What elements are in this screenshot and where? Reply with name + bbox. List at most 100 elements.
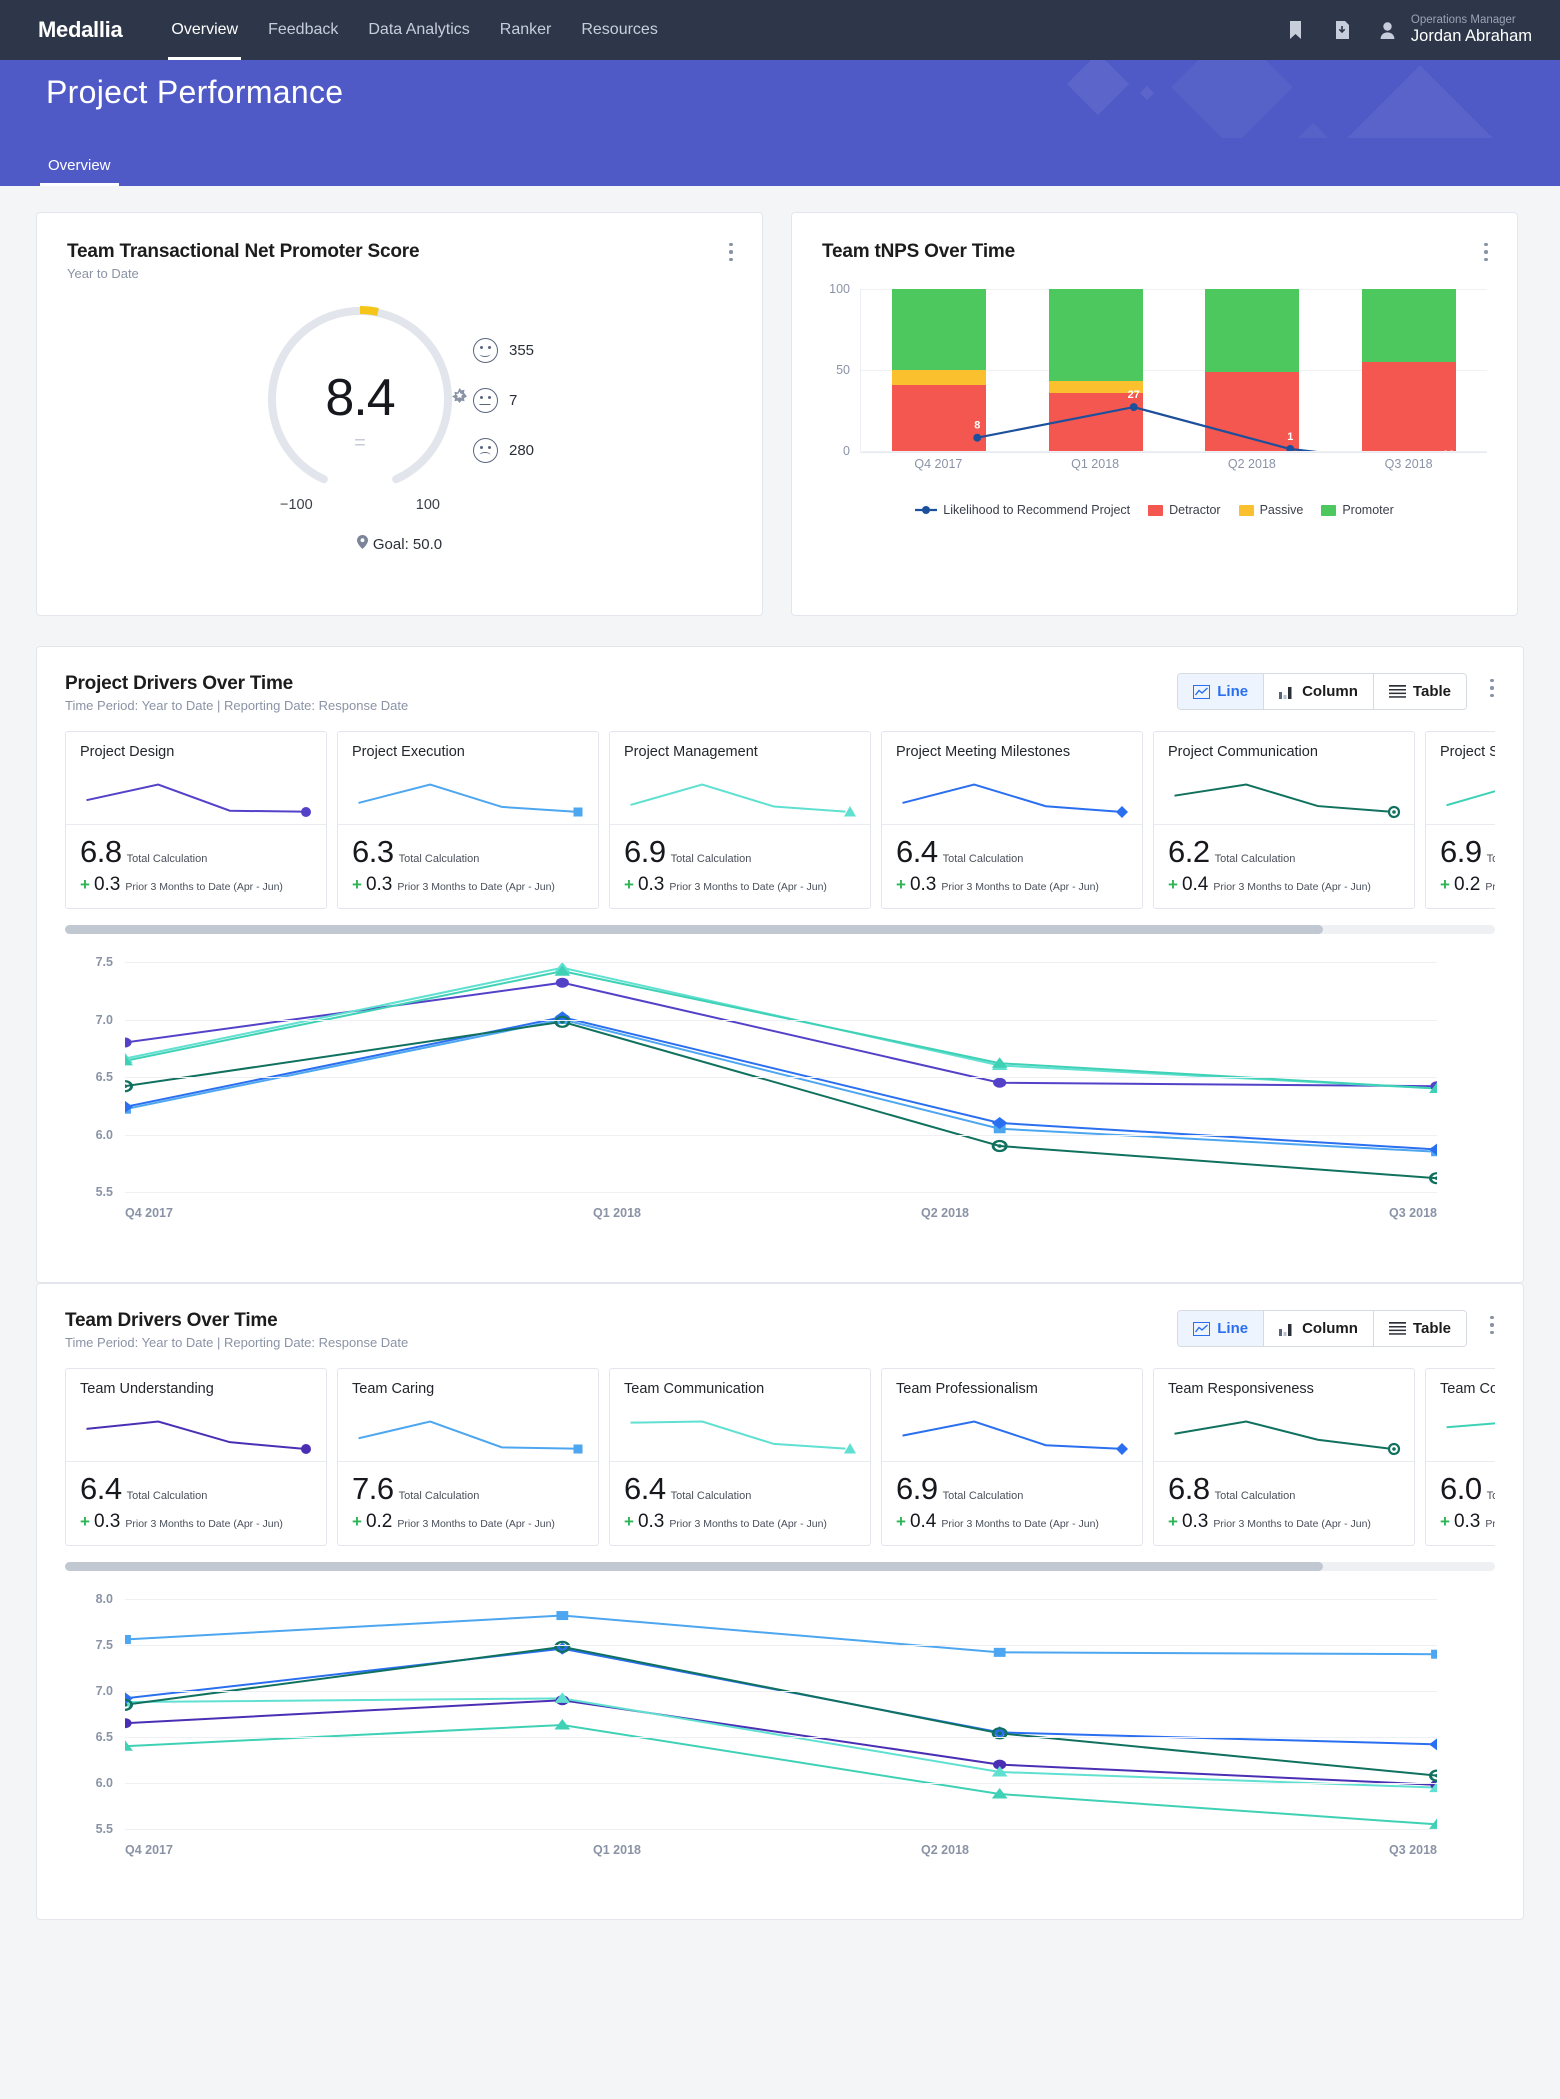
gridline (125, 1599, 1437, 1600)
driver-tile-header: Team Communication (610, 1369, 870, 1461)
driver-delta-sign: + (1440, 1512, 1450, 1531)
series-line[interactable] (125, 1649, 1437, 1745)
plot-area (116, 961, 1446, 1193)
driver-tile[interactable]: Project Management 6.9 Total Calculation +0… (609, 731, 871, 909)
x-tick-label: Q1 2018 (1071, 457, 1120, 471)
driver-tiles: Project Design 6.8 Total Calculation +0.3 Pr… (65, 731, 1495, 909)
driver-delta-row: +0.3 Prior 3 Months t (1440, 1511, 1495, 1533)
brand-logo[interactable]: Medallia (38, 17, 123, 43)
driver-tile[interactable]: Team Responsiveness 6.8 Total Calculation +… (1153, 1368, 1415, 1546)
toggle-table[interactable]: Table (1373, 674, 1466, 709)
user-name: Jordan Abraham (1410, 27, 1532, 46)
driver-tile-name: Project Communication (1168, 744, 1318, 760)
card-subtitle: Time Period: Year to Date | Reporting Da… (65, 698, 409, 713)
card-project-drivers-over-time: Project Drivers Over Time Time Period: Y… (36, 646, 1524, 1283)
main-nav: Overview Feedback Data Analytics Ranker … (156, 0, 672, 60)
section-header: Project Drivers Over Time Time Period: Y… (65, 673, 1495, 713)
nav-item-overview[interactable]: Overview (156, 0, 253, 60)
driver-tile[interactable]: Project Meeting Milestones 6.4 Total Calcu… (881, 731, 1143, 909)
series-marker (301, 1444, 311, 1454)
driver-value: 7.6 (352, 1471, 394, 1506)
download-icon[interactable] (1331, 18, 1353, 42)
driver-tile[interactable]: Team Caring 7.6 Total Calculation +0.2 Prior… (337, 1368, 599, 1546)
card-menu-icon[interactable] (1483, 1314, 1501, 1336)
toggle-column[interactable]: Column (1264, 674, 1374, 709)
toggle-label: Line (1217, 683, 1249, 700)
driver-value-row: 6.8 Total Calculation (1168, 1471, 1400, 1507)
toggle-table[interactable]: Table (1373, 1311, 1466, 1346)
nav-item-ranker[interactable]: Ranker (485, 0, 567, 60)
x-axis-labels: Q4 2017 Q1 2018 Q2 2018 Q3 2018 (860, 457, 1487, 471)
sparkline-end-marker (1116, 806, 1128, 818)
scrollbar-thumb[interactable] (65, 925, 1324, 934)
driver-delta-row: +0.4 Prior 3 Months to Date (Apr - Jun) (896, 1511, 1128, 1533)
driver-tile[interactable]: Team Understanding 6.4 Total Calculation +0… (65, 1368, 327, 1546)
driver-tile[interactable]: Project Execution 6.3 Total Calculation +0.… (337, 731, 599, 909)
driver-delta-label: Prior 3 Months to Date (Apr - Jun) (941, 881, 1099, 893)
bookmark-icon[interactable] (1285, 18, 1307, 42)
card-menu-icon[interactable] (1483, 677, 1501, 699)
driver-delta-label: Prior 3 Months to Date (Apr - Jun) (669, 881, 827, 893)
series-marker (1116, 806, 1128, 818)
series-marker (993, 1077, 1007, 1088)
nav-item-feedback[interactable]: Feedback (253, 0, 353, 60)
driver-sparkline (890, 772, 1130, 820)
driver-tile[interactable]: Project Scope Delivery 6.9 Total Calculati… (1425, 731, 1495, 909)
y-tick-label: 7.5 (95, 1638, 113, 1652)
x-tick-label: Q2 2018 (921, 1843, 969, 1857)
card-subtitle: Year to Date (67, 266, 139, 281)
driver-value-row: 6.9 Total Calculation (624, 834, 856, 870)
series-line[interactable] (125, 1647, 1437, 1776)
series-line[interactable] (125, 1700, 1437, 1785)
series-marker (844, 1443, 856, 1454)
driver-tiles-viewport: Project Design 6.8 Total Calculation +0.3 Pr… (65, 731, 1495, 909)
driver-sparkline (74, 1409, 314, 1457)
scrollbar-thumb[interactable] (65, 1562, 1324, 1571)
x-tick-label: Q4 2017 (125, 1843, 173, 1857)
driver-tiles-scrollbar[interactable] (65, 1562, 1495, 1571)
driver-delta-row: +0.3 Prior 3 Months to Date (Apr - Jun) (352, 874, 584, 896)
driver-delta-sign: + (1168, 875, 1178, 894)
sub-navigation: Overview (0, 138, 1560, 186)
driver-value-row: 6.4 Total Calculation (80, 1471, 312, 1507)
driver-tile[interactable]: Project Design 6.8 Total Calculation +0.3 Pr… (65, 731, 327, 909)
column-chart-icon (1279, 1323, 1292, 1336)
nav-item-resources[interactable]: Resources (566, 0, 672, 60)
series-line[interactable] (125, 1698, 1437, 1787)
legend-item-detractor[interactable]: Detractor (1148, 503, 1221, 517)
driver-tiles-scrollbar[interactable] (65, 925, 1495, 934)
gridline (125, 1737, 1437, 1738)
driver-tile[interactable]: Team Communication 6.4 Total Calculation +0… (609, 1368, 871, 1546)
gridline (125, 1019, 1437, 1021)
toggle-column[interactable]: Column (1264, 1311, 1374, 1346)
driver-value-row: 6.9 Total Calculation (1440, 834, 1495, 870)
sparkline-end-marker (573, 807, 583, 817)
user-menu[interactable]: Operations Manager Jordan Abraham (1377, 14, 1532, 46)
x-tick-label: Q4 2017 (125, 1206, 173, 1220)
row-top: Team Transactional Net Promoter Score Ye… (36, 212, 1524, 616)
legend-item-passive[interactable]: Passive (1238, 503, 1303, 517)
driver-value-label: Total Calculation (398, 853, 480, 865)
legend-item-likelihood[interactable]: Likelihood to Recommend Project (915, 503, 1130, 517)
card-menu-icon[interactable] (722, 241, 740, 263)
detractor-count: 280 (508, 441, 535, 459)
driver-sparkline (1434, 1409, 1495, 1457)
driver-value: 6.8 (1168, 1471, 1210, 1506)
series-marker (301, 807, 311, 817)
card-menu-icon[interactable] (1477, 241, 1495, 263)
driver-tile[interactable]: Team Professionalism 6.9 Total Calculation… (881, 1368, 1143, 1546)
driver-value: 6.4 (80, 1471, 122, 1506)
driver-tile[interactable]: Team Competence 6.0 Total Calculatio +0.3 Pr… (1425, 1368, 1495, 1546)
nav-item-data-analytics[interactable]: Data Analytics (353, 0, 484, 60)
driver-tile-metrics: 6.9 Total Calculation +0.2 Prior 3 Months t (1426, 824, 1495, 908)
driver-value-label: Total Calculation (126, 853, 208, 865)
toggle-line[interactable]: Line (1178, 1311, 1265, 1346)
series-marker (573, 807, 583, 817)
legend-item-promoter[interactable]: Promoter (1321, 503, 1394, 517)
y-tick-label: 6.5 (95, 1070, 113, 1084)
toggle-line[interactable]: Line (1178, 674, 1265, 709)
series-line[interactable] (125, 1616, 1437, 1655)
driver-tile[interactable]: Project Communication 6.2 Total Calculatio… (1153, 731, 1415, 909)
subtab-overview[interactable]: Overview (40, 157, 118, 186)
series-line[interactable] (125, 1022, 1437, 1178)
